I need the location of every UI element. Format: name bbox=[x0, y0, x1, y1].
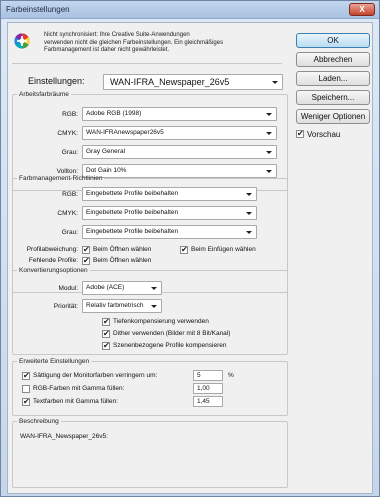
engine-value: Adobe (ACE) bbox=[86, 284, 125, 291]
mismatch-paste-checkbox[interactable] bbox=[180, 245, 188, 254]
sync-warning-text: Nicht synchronisiert: Ihre Creative Suit… bbox=[44, 32, 274, 55]
rgb-gamma-checkbox[interactable] bbox=[22, 385, 30, 393]
desaturate-text: Sättigung der Monitorfarben verringern u… bbox=[33, 372, 158, 379]
policy-rgb-label: RGB: bbox=[62, 191, 78, 198]
mismatch-paste-text: Beim Einfügen wählen bbox=[191, 246, 256, 253]
color-policies-legend: Farbmanagement-Richtlinien bbox=[19, 175, 103, 182]
chevron-down-icon bbox=[246, 212, 252, 215]
window-title: Farbeinstellungen bbox=[6, 5, 70, 14]
working-spaces-legend: Arbeitsfarbräume bbox=[19, 91, 69, 98]
save-button[interactable]: Speichern... bbox=[296, 90, 370, 105]
missing-open-checkbox[interactable] bbox=[82, 256, 90, 265]
fewer-options-button[interactable]: Weniger Optionen bbox=[296, 109, 370, 124]
ws-gray-label: Grau: bbox=[61, 149, 78, 156]
close-button[interactable]: X bbox=[349, 3, 375, 16]
advanced-settings-legend: Erweiterte Einstellungen bbox=[19, 358, 90, 365]
chevron-down-icon bbox=[266, 151, 272, 154]
engine-label: Modul: bbox=[58, 285, 78, 292]
color-settings-dialog: Farbeinstellungen X Nicht synchronisiert… bbox=[0, 0, 380, 497]
chevron-down-icon bbox=[246, 193, 252, 196]
desaturate-checkbox[interactable] bbox=[22, 371, 30, 380]
missing-profiles-label: Fehlende Profile: bbox=[28, 257, 78, 264]
rgb-gamma-text: RGB-Farben mit Gamma füllen: bbox=[33, 385, 125, 392]
desaturate-input[interactable]: 5 bbox=[193, 370, 223, 381]
description-group: Beschreibung bbox=[12, 418, 288, 488]
scene-profiles-text: Szenenbezogene Profile kompensieren bbox=[113, 342, 227, 349]
dialog-content: Nicht synchronisiert: Ihre Creative Suit… bbox=[7, 22, 373, 494]
chevron-down-icon bbox=[151, 305, 157, 308]
policy-cmyk-select[interactable]: Eingebettete Profile beibehalten bbox=[82, 206, 257, 220]
ws-cmyk-label: CMYK: bbox=[57, 130, 78, 137]
chevron-down-icon bbox=[266, 113, 272, 116]
ws-cmyk-value: WAN-IFRAnewspaper26v5 bbox=[86, 129, 164, 136]
conversion-options-legend: Konvertierungsoptionen bbox=[19, 267, 88, 274]
divider bbox=[12, 63, 282, 64]
sync-line-3: Farbmanagement ist daher nicht gewährlei… bbox=[44, 47, 170, 53]
dither-checkbox[interactable] bbox=[102, 329, 110, 338]
black-point-checkbox[interactable] bbox=[102, 317, 110, 326]
policy-gray-value: Eingebettete Profile beibehalten bbox=[86, 228, 179, 235]
policy-rgb-value: Eingebettete Profile beibehalten bbox=[86, 190, 179, 197]
settings-select[interactable]: WAN-IFRA_Newspaper_26v5 bbox=[103, 74, 283, 90]
description-legend: Beschreibung bbox=[19, 418, 59, 425]
desaturate-unit: % bbox=[228, 372, 234, 379]
description-text: WAN-IFRA_Newspaper_26v5: bbox=[20, 433, 108, 440]
dither-text: Dither verwenden (Bilder mit 8 Bit/Kanal… bbox=[113, 330, 231, 337]
intent-select[interactable]: Relativ farbmetrisch bbox=[82, 299, 162, 313]
chevron-down-icon bbox=[151, 287, 157, 290]
ws-spot-value: Dot Gain 10% bbox=[86, 167, 127, 174]
text-gamma-text: Textfarben mit Gamma füllen: bbox=[33, 398, 118, 405]
chevron-down-icon bbox=[266, 170, 272, 173]
text-gamma-checkbox[interactable] bbox=[22, 397, 30, 406]
ws-gray-select[interactable]: Gray General bbox=[82, 145, 277, 159]
color-wheel-icon bbox=[14, 33, 30, 49]
scene-profiles-checkbox[interactable] bbox=[102, 341, 110, 350]
ws-rgb-label: RGB: bbox=[62, 111, 78, 118]
settings-label: Einstellungen: bbox=[28, 76, 85, 86]
ws-rgb-select[interactable]: Adobe RGB (1998) bbox=[82, 107, 277, 121]
chevron-down-icon bbox=[266, 132, 272, 135]
intent-label: Priorität: bbox=[53, 303, 78, 310]
text-gamma-input[interactable]: 1,45 bbox=[193, 396, 223, 407]
black-point-text: Tiefenkompensierung verwenden bbox=[113, 318, 209, 325]
sync-line-1: Nicht synchronisiert: Ihre Creative Suit… bbox=[44, 32, 190, 38]
settings-select-value: WAN-IFRA_Newspaper_26v5 bbox=[110, 77, 230, 87]
preview-text: Vorschau bbox=[307, 130, 341, 139]
mismatch-open-checkbox[interactable] bbox=[82, 245, 90, 254]
policy-cmyk-value: Eingebettete Profile beibehalten bbox=[86, 209, 179, 216]
ws-gray-value: Gray General bbox=[86, 148, 126, 155]
load-button[interactable]: Laden... bbox=[296, 71, 370, 86]
sync-line-2: verwenden nicht die gleichen Farbeinstel… bbox=[44, 39, 224, 46]
mismatch-open-text: Beim Öffnen wählen bbox=[93, 246, 152, 253]
engine-select[interactable]: Adobe (ACE) bbox=[82, 281, 162, 295]
policy-gray-label: Grau: bbox=[61, 229, 78, 236]
intent-value: Relativ farbmetrisch bbox=[86, 302, 144, 309]
ws-rgb-value: Adobe RGB (1998) bbox=[86, 110, 142, 117]
chevron-down-icon bbox=[246, 231, 252, 234]
policy-gray-select[interactable]: Eingebettete Profile beibehalten bbox=[82, 225, 257, 239]
policy-rgb-select[interactable]: Eingebettete Profile beibehalten bbox=[82, 187, 257, 201]
title-bar: Farbeinstellungen X bbox=[1, 1, 379, 19]
cancel-button[interactable]: Abbrechen bbox=[296, 52, 370, 67]
ws-cmyk-select[interactable]: WAN-IFRAnewspaper26v5 bbox=[82, 126, 277, 140]
missing-open-text: Beim Öffnen wählen bbox=[93, 257, 152, 264]
ws-spot-label: Vollton: bbox=[56, 168, 78, 175]
preview-checkbox[interactable] bbox=[296, 129, 304, 138]
chevron-down-icon bbox=[272, 81, 278, 84]
policy-cmyk-label: CMYK: bbox=[57, 210, 78, 217]
profile-mismatch-label: Profilabweichung: bbox=[26, 246, 78, 253]
ok-button[interactable]: OK bbox=[296, 33, 370, 48]
rgb-gamma-input[interactable]: 1,00 bbox=[193, 383, 223, 394]
